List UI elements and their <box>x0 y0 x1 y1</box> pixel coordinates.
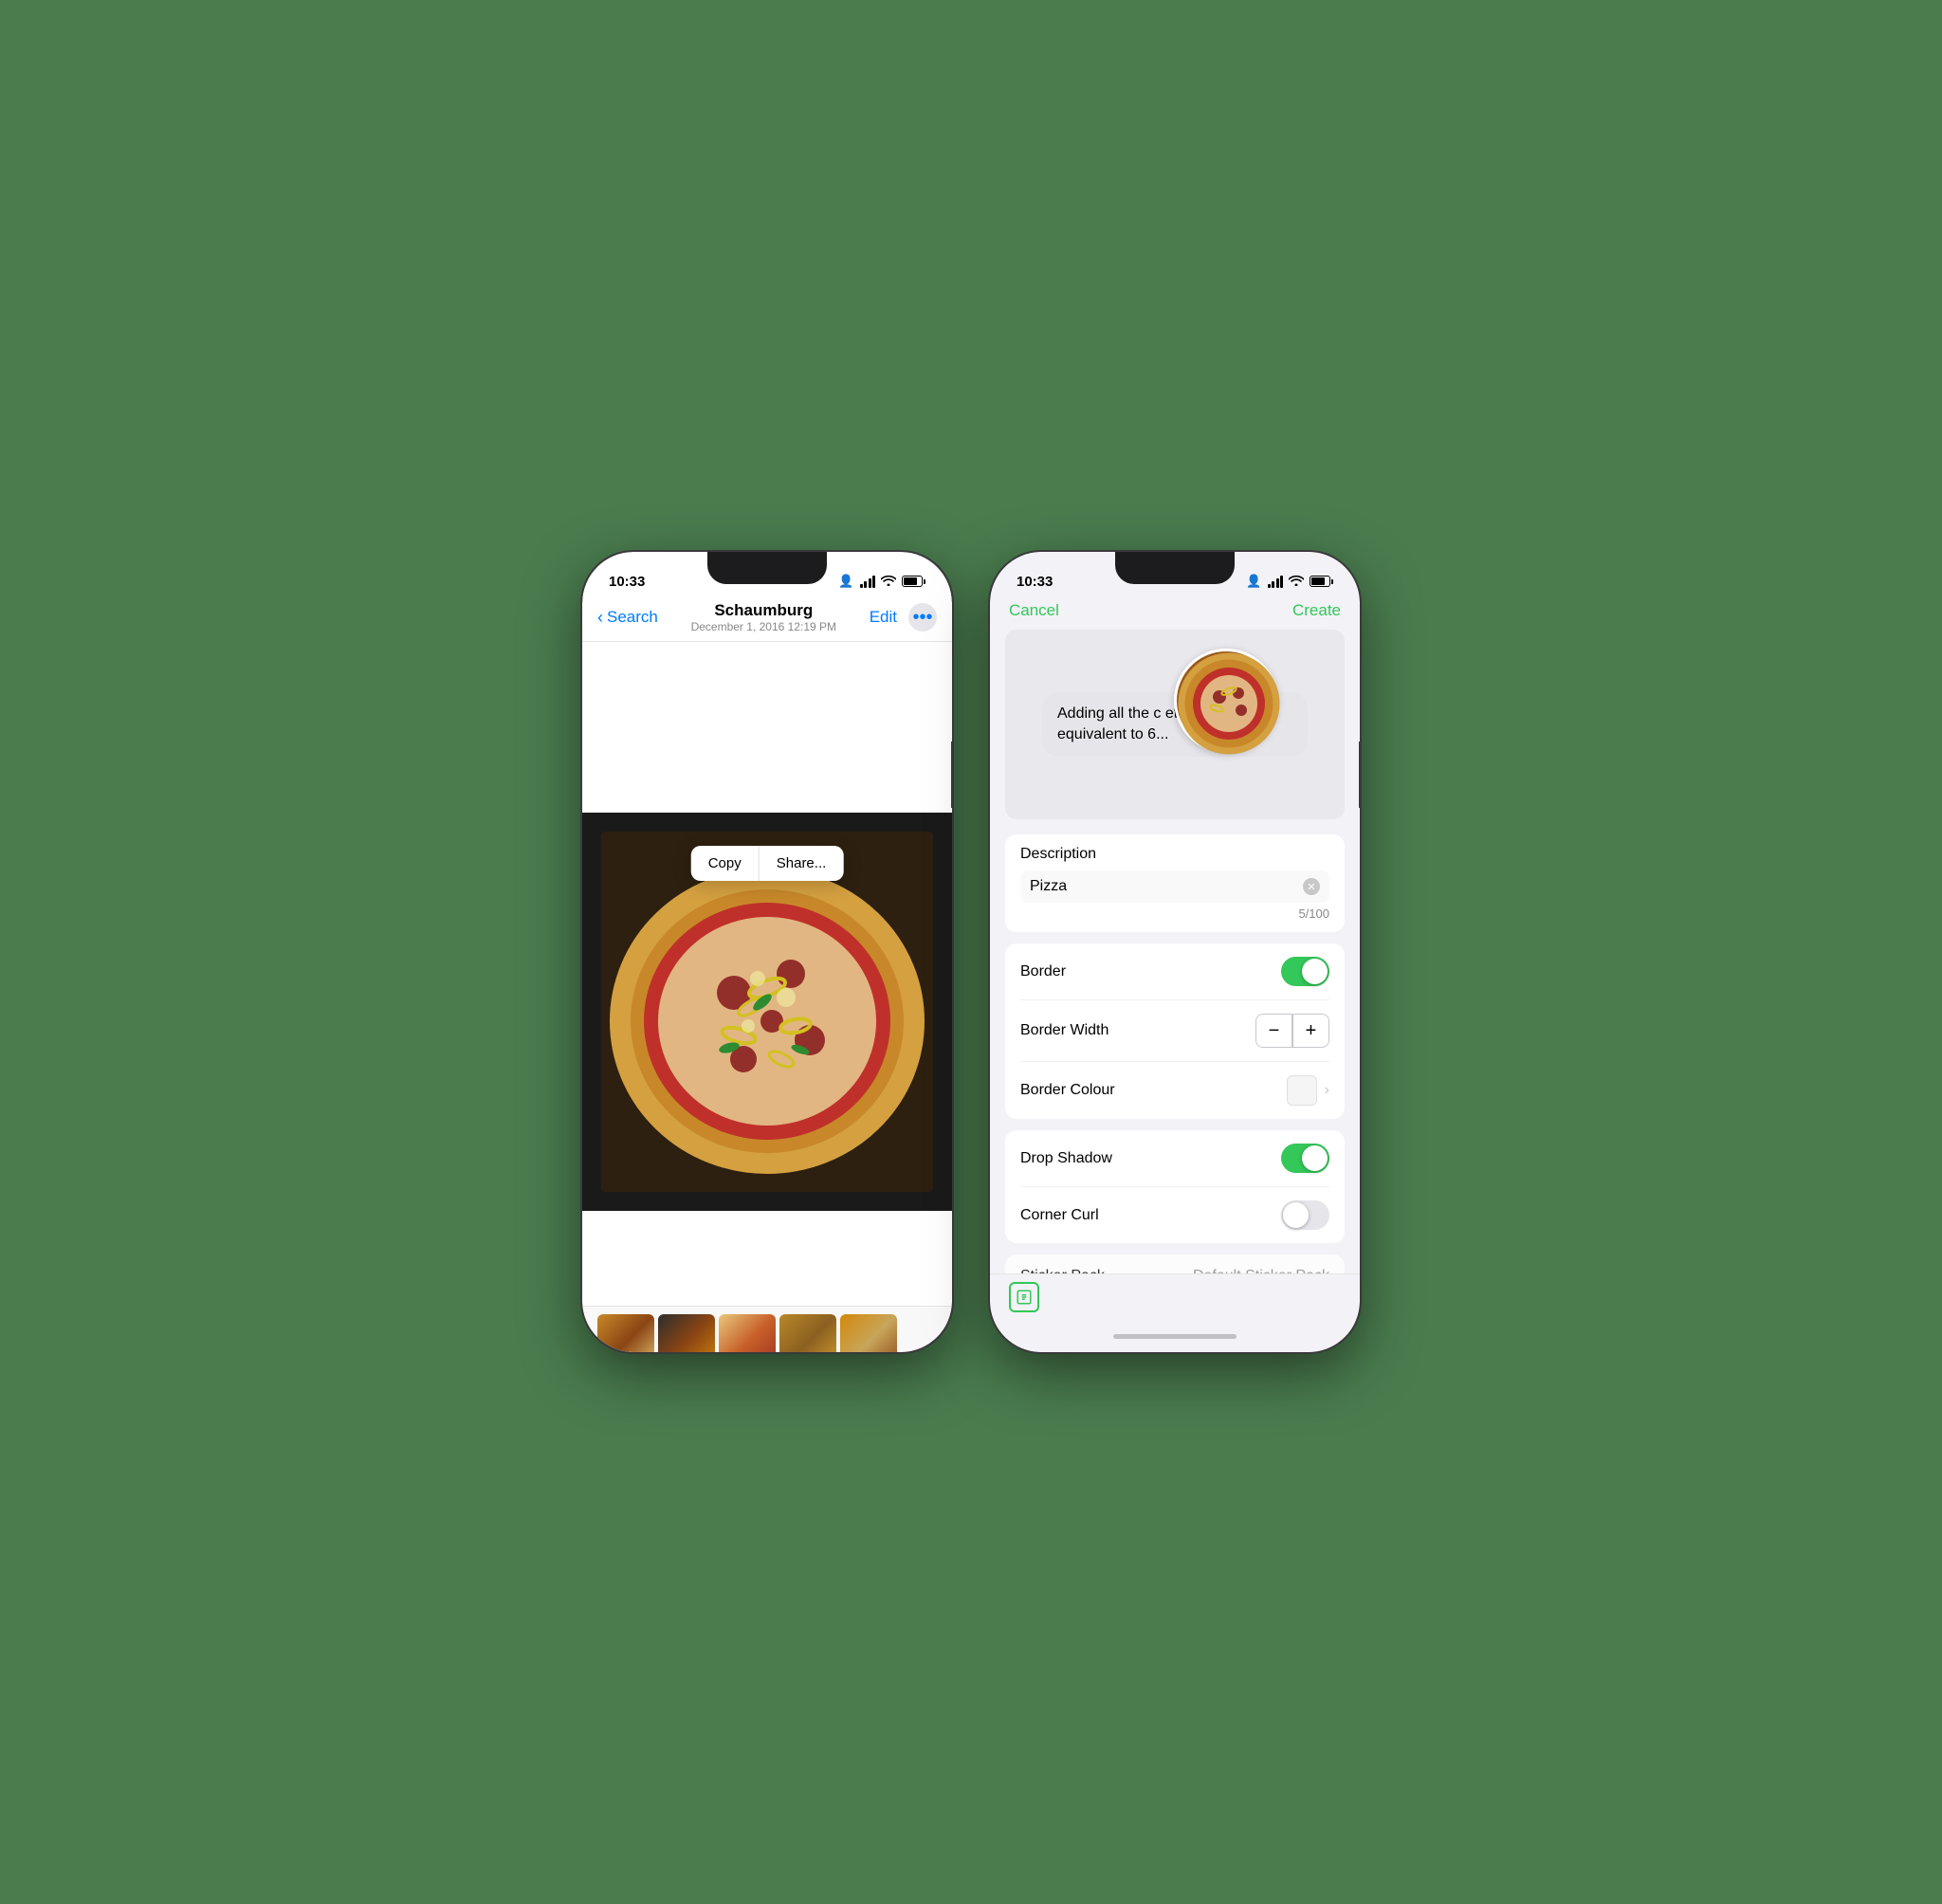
person-icon-right: 👤 <box>1246 574 1261 589</box>
border-toggle[interactable] <box>1281 957 1329 986</box>
corner-curl-label: Corner Curl <box>1020 1207 1099 1224</box>
border-label: Border <box>1020 963 1066 980</box>
time-left: 10:33 <box>609 574 645 590</box>
thumbnail-3[interactable] <box>719 1314 776 1352</box>
person-icon-left: 👤 <box>838 574 853 589</box>
phone-right: 10:33 👤 <box>990 552 1360 1352</box>
border-section: Border Border Width − + Border Colour › <box>1005 943 1345 1119</box>
clear-icon: ✕ <box>1307 881 1315 893</box>
phone2-screen: 10:33 👤 <box>990 552 1360 1352</box>
cancel-button[interactable]: Cancel <box>1009 601 1059 620</box>
description-group: Description ✕ 5/100 <box>1020 834 1329 932</box>
nav-bar-left: ‹ Search Schaumburg December 1, 2016 12:… <box>582 597 952 642</box>
context-menu: Copy Share... <box>691 846 844 881</box>
border-width-label: Border Width <box>1020 1022 1108 1039</box>
description-input-row: ✕ <box>1020 870 1329 903</box>
minus-button[interactable]: − <box>1256 1015 1292 1047</box>
sticker-nav: Cancel Create <box>990 597 1360 630</box>
corner-curl-knob <box>1283 1202 1309 1228</box>
edit-button[interactable]: Edit <box>870 608 897 627</box>
battery-icon-right <box>1310 576 1333 587</box>
phone-left: 10:33 👤 <box>582 552 952 1352</box>
border-colour-row: Border Colour › <box>1020 1062 1329 1119</box>
notch-left <box>707 552 827 584</box>
back-button[interactable]: ‹ Search <box>597 608 658 628</box>
drop-shadow-label: Drop Shadow <box>1020 1150 1112 1167</box>
phone1-screen: 10:33 👤 <box>582 552 952 1352</box>
status-icons-right: 👤 <box>1246 574 1333 589</box>
create-button[interactable]: Create <box>1292 601 1341 620</box>
sticker-add-icon[interactable] <box>1009 1282 1039 1312</box>
colour-chevron: › <box>1325 1082 1329 1099</box>
description-input[interactable] <box>1030 878 1303 895</box>
notch-right <box>1115 552 1235 584</box>
note-content-area <box>582 642 952 813</box>
effects-section: Drop Shadow Corner Curl <box>1005 1130 1345 1243</box>
nav-actions: Edit ••• <box>870 603 937 632</box>
border-row: Border <box>1020 943 1329 1000</box>
drop-shadow-row: Drop Shadow <box>1020 1130 1329 1187</box>
nav-title: Schaumburg <box>691 601 836 620</box>
border-toggle-knob <box>1302 959 1328 984</box>
back-label[interactable]: Search <box>607 608 658 627</box>
colour-swatch[interactable] <box>1287 1075 1317 1106</box>
drop-shadow-knob <box>1302 1145 1328 1171</box>
thumbnail-4[interactable] <box>779 1314 836 1352</box>
colour-picker-row: › <box>1287 1075 1329 1106</box>
signal-icon-right <box>1268 576 1284 588</box>
share-button[interactable]: Share... <box>760 846 844 881</box>
description-label: Description <box>1020 846 1329 863</box>
corner-curl-row: Corner Curl <box>1020 1187 1329 1243</box>
sticker-preview <box>1174 649 1278 753</box>
more-button[interactable]: ••• <box>908 603 937 632</box>
more-icon: ••• <box>912 608 932 627</box>
thumbnail-2[interactable] <box>658 1314 715 1352</box>
preview-area: Adding all the c ette wheel will equival… <box>1005 630 1345 819</box>
copy-button[interactable]: Copy <box>691 846 760 881</box>
wifi-icon-left <box>881 575 896 589</box>
border-width-stepper: − + <box>1255 1014 1329 1048</box>
time-right: 10:33 <box>1017 574 1053 590</box>
border-colour-label: Border Colour <box>1020 1082 1115 1099</box>
char-count: 5/100 <box>1020 906 1329 921</box>
battery-icon-left <box>902 576 925 587</box>
thumbnail-5[interactable] <box>840 1314 897 1352</box>
nav-date: December 1, 2016 12:19 PM <box>691 620 836 633</box>
home-indicator-right <box>990 1320 1360 1352</box>
plus-button[interactable]: + <box>1292 1015 1328 1047</box>
status-icons-left: 👤 <box>838 574 925 589</box>
nav-title-group: Schaumburg December 1, 2016 12:19 PM <box>691 601 836 633</box>
sticker-bottom-bar <box>990 1273 1360 1320</box>
drop-shadow-toggle[interactable] <box>1281 1144 1329 1173</box>
description-section: Description ✕ 5/100 <box>1005 834 1345 932</box>
home-bar-right <box>1113 1334 1237 1339</box>
wifi-icon-right <box>1289 575 1304 589</box>
thumbnail-strip <box>582 1306 952 1352</box>
note-footer <box>582 1211 952 1306</box>
border-width-row: Border Width − + <box>1020 1000 1329 1062</box>
corner-curl-toggle[interactable] <box>1281 1200 1329 1230</box>
thumbnail-1[interactable] <box>597 1314 654 1352</box>
back-chevron: ‹ <box>597 608 603 628</box>
signal-icon-left <box>860 576 876 588</box>
clear-button[interactable]: ✕ <box>1303 878 1320 895</box>
